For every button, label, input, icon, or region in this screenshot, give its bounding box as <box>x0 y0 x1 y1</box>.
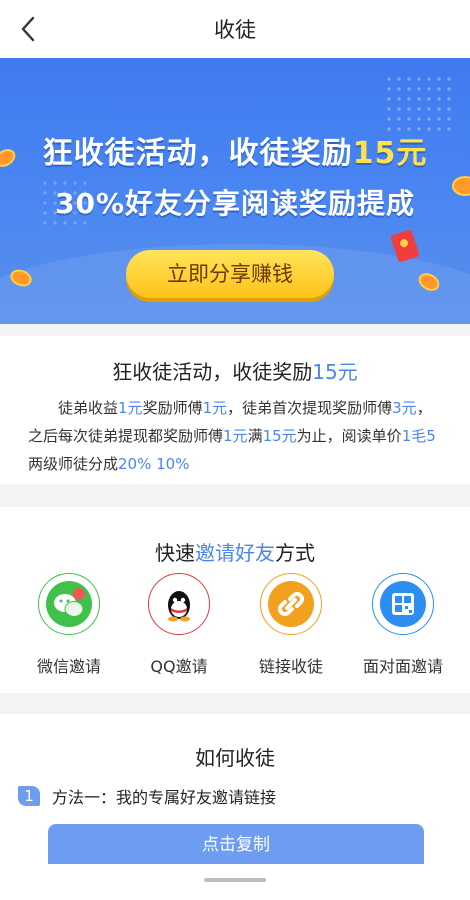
description-text: ，徒弟首次提现奖励师傅 <box>227 399 393 417</box>
highlight-value: 1毛5 <box>401 427 436 445</box>
highlight-value: 1元 <box>118 399 143 417</box>
promo-banner: 狂收徒活动，收徒奖励15元 30%好友分享阅读奖励提成 立即分享赚钱 <box>0 58 470 324</box>
activity-description: 徒弟收益1元奖励师傅1元，徒弟首次提现奖励师傅3元，之后每次徒弟提现都奖励师傅1… <box>28 394 446 478</box>
link-icon <box>278 592 304 616</box>
activity-card: 狂收徒活动，收徒奖励15元 徒弟收益1元奖励师傅1元，徒弟首次提现奖励师傅3元，… <box>0 336 470 484</box>
copy-link-button[interactable]: 点击复制 <box>48 824 424 864</box>
description-text: 奖励师傅 <box>142 399 203 417</box>
highlight-value: 1元 <box>202 399 228 417</box>
description-text: 满 <box>247 427 263 445</box>
system-nav-bar <box>0 864 470 900</box>
invite-methods-card: 快速邀请好友方式 微信邀请 QQ邀请 链接收徒 面对面邀请 <box>0 507 470 693</box>
banner-headline: 狂收徒活动，收徒奖励15元 <box>42 136 428 171</box>
invite-wechat-option[interactable]: 微信邀请 <box>14 573 124 676</box>
highlight-value: 1元 <box>223 427 248 445</box>
method-one-row: 1 方法一：我的专属好友邀请链接 <box>18 784 276 808</box>
page-title: 收徒 <box>214 18 256 42</box>
invite-option-label: 面对面邀请 <box>362 657 443 676</box>
banner-amount: 15元 <box>352 136 428 171</box>
share-earn-button[interactable]: 立即分享赚钱 <box>126 250 334 298</box>
invite-link-option[interactable]: 链接收徒 <box>236 573 346 676</box>
highlight-value: 20% 10% <box>118 455 190 473</box>
description-text: 两级师徒分成 <box>28 455 119 473</box>
invite-title: 快速邀请好友方式 <box>155 541 315 565</box>
invite-option-label: 微信邀请 <box>36 657 101 676</box>
description-text: 徒弟收益 <box>58 399 119 417</box>
highlight-value: 15元 <box>262 427 297 445</box>
banner-subheadline: 30%好友分享阅读奖励提成 <box>54 187 416 220</box>
qrcode-icon <box>392 593 414 615</box>
how-to-title: 如何收徒 <box>195 746 275 770</box>
invite-face-to-face-option[interactable]: 面对面邀请 <box>348 573 458 676</box>
method-one-text: 方法一：我的专属好友邀请链接 <box>52 788 277 807</box>
activity-title: 狂收徒活动，收徒奖励15元 <box>112 360 358 384</box>
how-to-card: 如何收徒 1 方法一：我的专属好友邀请链接 点击复制 <box>0 714 470 864</box>
qq-icon <box>168 591 190 622</box>
banner-dots <box>384 74 454 134</box>
invite-option-label: 链接收徒 <box>258 657 323 676</box>
description-text: 为止，阅读单价 <box>296 427 402 445</box>
invite-qq-option[interactable]: QQ邀请 <box>124 573 234 676</box>
invite-option-label: QQ邀请 <box>150 657 208 676</box>
wechat-icon <box>54 588 85 617</box>
home-indicator[interactable] <box>204 878 266 882</box>
top-bar: 收徒 <box>0 0 470 58</box>
step-number-badge: 1 <box>18 786 40 806</box>
highlight-value: 3元 <box>392 399 417 417</box>
